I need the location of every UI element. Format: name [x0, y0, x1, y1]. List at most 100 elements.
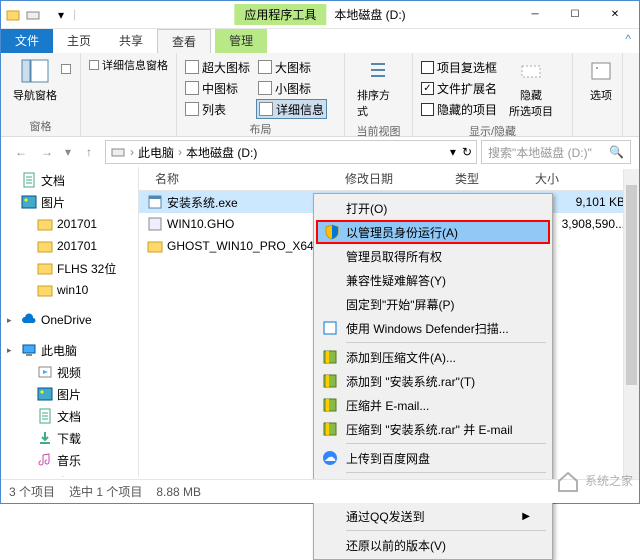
menu-item[interactable]: 固定到"开始"屏幕(P) — [316, 292, 550, 316]
menu-item[interactable]: 通过QQ发送到▶ — [316, 504, 550, 528]
tree-item[interactable]: ▸OneDrive — [1, 309, 138, 331]
folder-icon — [37, 238, 53, 254]
forward-button[interactable]: → — [35, 140, 59, 164]
submenu-arrow-icon: ▶ — [522, 511, 530, 522]
folder-icon — [37, 282, 53, 298]
close-button[interactable]: ✕ — [595, 4, 635, 26]
qat-dropdown-icon[interactable]: ▾ — [53, 7, 69, 23]
chk-checkboxes[interactable]: 项目复选框 — [419, 57, 499, 77]
collapse-ribbon-icon[interactable]: ^ — [617, 29, 639, 53]
layout-lg[interactable]: 大图标 — [256, 57, 327, 77]
minimize-button[interactable]: ─ — [515, 4, 555, 26]
title-bar: ▾ | 应用程序工具 本地磁盘 (D:) ─ ☐ ✕ — [1, 1, 639, 29]
preview-pane-button[interactable]: 预览窗格 — [59, 59, 73, 79]
desk-icon — [37, 474, 53, 477]
search-icon: 🔍 — [609, 145, 624, 159]
rar-icon — [322, 373, 338, 389]
layout-md[interactable]: 中图标 — [183, 78, 252, 98]
breadcrumb-drive[interactable]: 本地磁盘 (D:) — [186, 144, 257, 161]
tree-item[interactable]: 图片 — [1, 191, 138, 213]
sort-button[interactable]: 排序方式 — [351, 55, 406, 121]
menu-item[interactable]: 添加到压缩文件(A)... — [316, 345, 550, 369]
tab-file[interactable]: 文件 — [1, 29, 53, 53]
gho-icon — [147, 216, 163, 232]
detail-pane-button[interactable]: 详细信息窗格 — [87, 55, 170, 75]
scrollbar-thumb[interactable] — [626, 185, 637, 385]
tab-share[interactable]: 共享 — [105, 29, 157, 53]
cloud-icon — [21, 312, 37, 328]
menu-item[interactable]: 还原以前的版本(V) — [316, 533, 550, 557]
folder-icon — [37, 260, 53, 276]
layout-details[interactable]: 详细信息 — [256, 99, 327, 119]
tab-view[interactable]: 查看 — [157, 29, 211, 53]
layout-list[interactable]: 列表 — [183, 99, 252, 119]
dropdown-icon[interactable]: ▾ — [450, 145, 456, 159]
menu-item[interactable]: 以管理员身份运行(A) — [316, 220, 550, 244]
status-bar: 3 个项目 选中 1 个项目 8.88 MB — [1, 479, 639, 503]
menu-separator — [346, 342, 546, 343]
menu-item[interactable]: 兼容性疑难解答(Y) — [316, 268, 550, 292]
menu-separator — [346, 472, 546, 473]
nav-tree[interactable]: 文档图片201701201701FLHS 32位win10▸OneDrive▸此… — [1, 167, 139, 477]
up-button[interactable]: ↑ — [77, 140, 101, 164]
rar-icon — [322, 349, 338, 365]
tree-item[interactable]: 文档 — [1, 405, 138, 427]
breadcrumb[interactable]: › 此电脑› 本地磁盘 (D:) ▾ ↻ — [105, 140, 477, 164]
status-selected: 选中 1 个项目 — [69, 483, 142, 500]
chk-extensions[interactable]: ✓文件扩展名 — [419, 78, 499, 98]
tree-item[interactable]: 视频 — [1, 361, 138, 383]
col-date[interactable]: 修改日期 — [337, 170, 447, 187]
tree-item[interactable]: FLHS 32位 — [1, 257, 138, 279]
tree-item[interactable]: 音乐 — [1, 449, 138, 471]
tree-item[interactable]: win10 — [1, 279, 138, 301]
history-dropdown[interactable]: ▾ — [61, 140, 75, 164]
contextual-tab-label: 应用程序工具 — [234, 4, 326, 25]
tree-item[interactable]: 文档 — [1, 169, 138, 191]
breadcrumb-pc[interactable]: 此电脑› — [138, 144, 182, 161]
nav-pane-icon — [19, 57, 51, 85]
menu-separator — [346, 530, 546, 531]
folder-icon — [37, 216, 53, 232]
back-button[interactable]: ← — [9, 140, 33, 164]
rar-icon — [322, 421, 338, 437]
pc-icon — [21, 342, 37, 358]
menu-item[interactable]: 管理员取得所有权 — [316, 244, 550, 268]
menu-item[interactable]: 打开(O) — [316, 196, 550, 220]
nav-pane-button[interactable]: 导航窗格 — [7, 55, 63, 105]
tab-home[interactable]: 主页 — [53, 29, 105, 53]
menu-item[interactable]: 压缩到 "安装系统.rar" 并 E-mail — [316, 417, 550, 441]
doc-icon — [37, 408, 53, 424]
column-headers[interactable]: 名称 修改日期 类型 大小 — [139, 167, 639, 191]
context-menu: 打开(O)以管理员身份运行(A)管理员取得所有权兼容性疑难解答(Y)固定到"开始… — [313, 193, 553, 560]
menu-item[interactable]: 添加到 "安装系统.rar"(T) — [316, 369, 550, 393]
refresh-icon[interactable]: ↻ — [462, 145, 472, 159]
tab-manage[interactable]: 管理 — [215, 29, 267, 53]
tree-item[interactable]: ▸此电脑 — [1, 339, 138, 361]
tree-item[interactable]: 桌面 — [1, 471, 138, 477]
col-type[interactable]: 类型 — [447, 170, 527, 187]
scrollbar[interactable] — [623, 169, 639, 479]
sort-icon — [363, 57, 395, 85]
col-size[interactable]: 大小 — [527, 170, 597, 187]
hide-selected-button[interactable]: 隐藏 所选项目 — [503, 55, 559, 121]
status-count: 3 个项目 — [9, 483, 55, 500]
shield-icon — [324, 224, 340, 240]
search-input[interactable]: 搜索"本地磁盘 (D:)" 🔍 — [481, 140, 631, 164]
menu-item[interactable]: 压缩并 E-mail... — [316, 393, 550, 417]
layout-xl[interactable]: 超大图标 — [183, 57, 252, 77]
tree-item[interactable]: 201701 — [1, 213, 138, 235]
pic-icon — [37, 386, 53, 402]
tree-item[interactable]: 201701 — [1, 235, 138, 257]
layout-sm[interactable]: 小图标 — [256, 78, 327, 98]
options-button[interactable]: 选项 — [579, 55, 623, 105]
tree-item[interactable]: 图片 — [1, 383, 138, 405]
chk-hidden[interactable]: 隐藏的项目 — [419, 99, 499, 119]
menu-item[interactable]: ☁上传到百度网盘 — [316, 446, 550, 470]
menu-item[interactable]: 使用 Windows Defender扫描... — [316, 316, 550, 340]
maximize-button[interactable]: ☐ — [555, 4, 595, 26]
music-icon — [37, 452, 53, 468]
options-icon — [585, 57, 617, 85]
tree-item[interactable]: 下载 — [1, 427, 138, 449]
col-name[interactable]: 名称 — [147, 170, 337, 187]
menu-separator — [346, 443, 546, 444]
